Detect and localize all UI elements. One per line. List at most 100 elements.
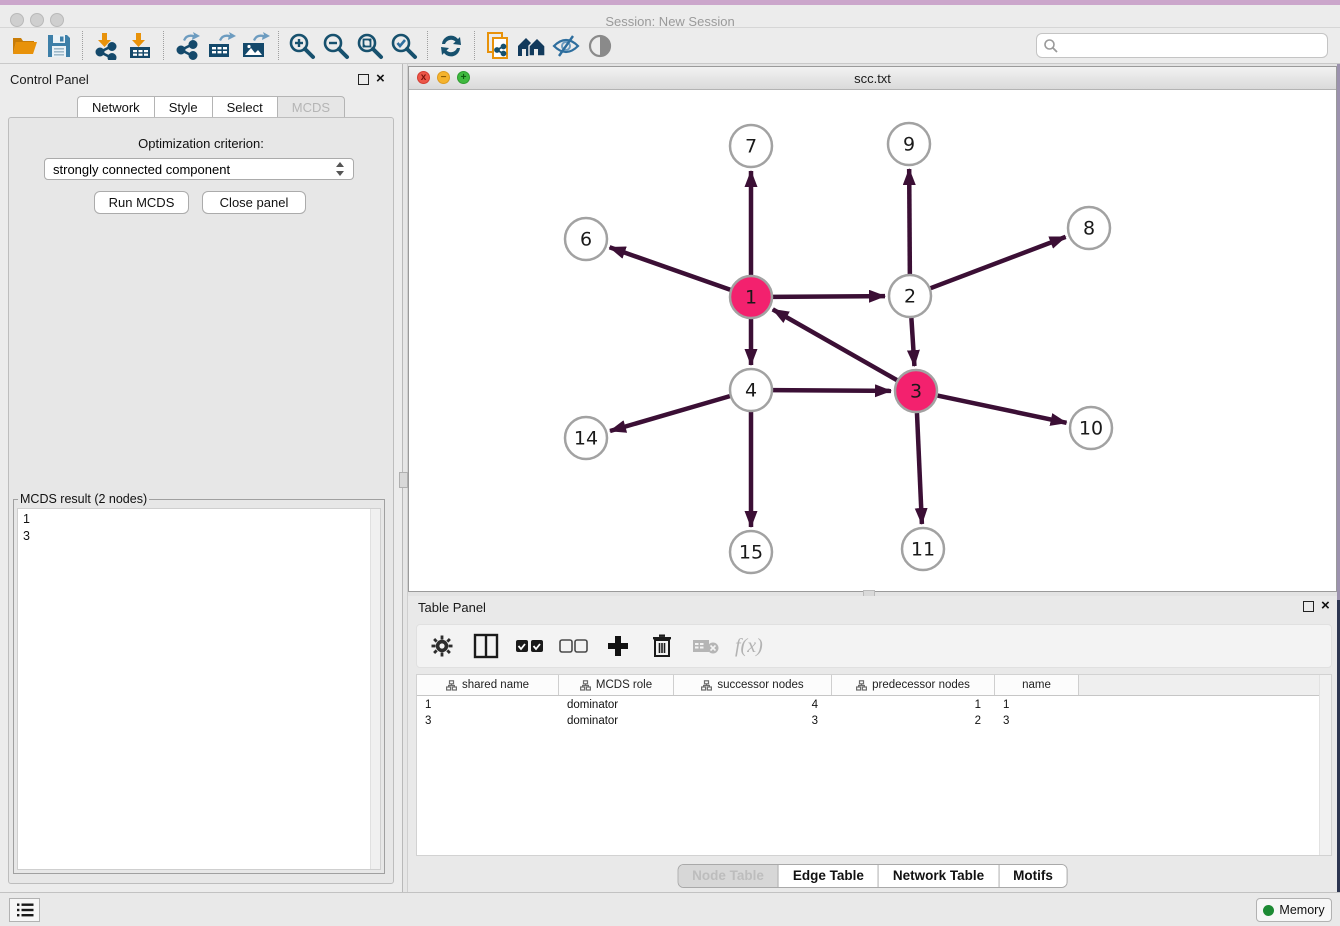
cell-predecessor-nodes[interactable]: 2 <box>832 714 995 730</box>
cell-name[interactable]: 1 <box>995 698 1079 714</box>
cell-shared-name[interactable]: 3 <box>417 714 559 730</box>
cell-shared-name[interactable]: 1 <box>417 698 559 714</box>
control-panel-title: Control Panel <box>10 72 89 87</box>
export-network-icon[interactable] <box>170 31 204 61</box>
show-details-icon[interactable] <box>583 31 617 61</box>
table-row[interactable]: 3dominator323 <box>417 714 1331 730</box>
tab-select[interactable]: Select <box>212 96 277 118</box>
cell-predecessor-nodes[interactable]: 1 <box>832 698 995 714</box>
zoom-in-icon[interactable] <box>285 31 319 61</box>
node-table[interactable]: shared nameMCDS rolesuccessor nodes prede… <box>416 674 1332 856</box>
function-builder-icon[interactable]: f(x) <box>735 635 763 658</box>
show-hide-panels-icon[interactable] <box>515 31 549 61</box>
save-session-icon[interactable] <box>42 31 76 61</box>
search-box[interactable] <box>1036 33 1328 58</box>
zoom-selected-icon[interactable] <box>387 31 421 61</box>
node-label-14: 14 <box>574 428 598 450</box>
table-tabs: Node TableEdge TableNetwork TableMotifs <box>677 864 1068 888</box>
column-tree-icon <box>856 680 867 691</box>
select-all-columns-icon[interactable] <box>515 631 545 661</box>
column-tree-icon <box>701 680 712 691</box>
close-panel-button[interactable]: Close panel <box>202 191 306 214</box>
delete-table-icon[interactable] <box>691 631 721 661</box>
tab-node-table[interactable]: Node Table <box>678 865 779 887</box>
tab-edge-table[interactable]: Edge Table <box>779 865 879 887</box>
node-label-6: 6 <box>580 229 592 251</box>
add-column-icon[interactable] <box>603 631 633 661</box>
toolbar-separator <box>82 31 83 60</box>
cell-successor-nodes[interactable]: 4 <box>674 698 832 714</box>
column-view-icon[interactable] <box>471 631 501 661</box>
result-scrollbar[interactable] <box>370 509 380 869</box>
mcds-result-box: MCDS result (2 nodes) 1 3 <box>13 492 385 874</box>
node-label-11: 11 <box>911 539 935 561</box>
task-history-button[interactable] <box>9 898 40 922</box>
mcds-result-area[interactable]: 1 3 <box>17 508 381 870</box>
column-header-shared-name[interactable]: shared name <box>417 675 559 695</box>
memory-button[interactable]: Memory <box>1256 898 1332 922</box>
network-canvas[interactable]: 7968124310141511 <box>409 90 1336 591</box>
tab-mcds[interactable]: MCDS <box>277 96 345 118</box>
cell-MCDS-role[interactable]: dominator <box>559 714 674 730</box>
table-panel: Table Panel × <box>408 596 1337 892</box>
zoom-fit-icon[interactable] <box>353 31 387 61</box>
table-row[interactable]: 1dominator411 <box>417 698 1331 714</box>
table-settings-icon[interactable] <box>427 631 457 661</box>
table-scrollbar[interactable] <box>1319 675 1331 855</box>
tab-network[interactable]: Network <box>77 96 154 118</box>
refresh-icon[interactable] <box>434 31 468 61</box>
criterion-dropdown[interactable]: strongly connected component <box>44 158 354 180</box>
edge-3-10[interactable] <box>938 396 1067 423</box>
edge-2-9[interactable] <box>909 169 910 274</box>
optimization-criterion-label: Optimization criterion: <box>0 136 402 151</box>
column-header-name[interactable]: name <box>995 675 1079 695</box>
edge-1-2[interactable] <box>773 296 885 297</box>
edge-2-8[interactable] <box>931 237 1066 288</box>
import-table-icon[interactable] <box>123 31 157 61</box>
cell-successor-nodes[interactable]: 3 <box>674 714 832 730</box>
edge-4-3[interactable] <box>773 390 891 391</box>
dropdown-stepper-icon <box>335 161 345 177</box>
unselect-all-columns-icon[interactable] <box>559 631 589 661</box>
control-panel: Control Panel × NetworkStyleSelectMCDS O… <box>0 64 402 892</box>
open-session-icon[interactable] <box>8 31 42 61</box>
run-mcds-button[interactable]: Run MCDS <box>94 191 189 214</box>
hide-details-icon[interactable] <box>549 31 583 61</box>
window-title: Session: New Session <box>0 14 1340 29</box>
tab-motifs[interactable]: Motifs <box>999 865 1067 887</box>
column-header-successor-nodes[interactable]: successor nodes <box>674 675 832 695</box>
import-network-icon[interactable] <box>89 31 123 61</box>
tab-style[interactable]: Style <box>154 96 212 118</box>
float-panel-icon[interactable] <box>1303 601 1314 612</box>
edge-2-3[interactable] <box>911 318 914 366</box>
zoom-out-icon[interactable] <box>319 31 353 61</box>
column-header-MCDS-role[interactable]: MCDS role <box>559 675 674 695</box>
edge-3-11[interactable] <box>917 413 922 524</box>
delete-columns-icon[interactable] <box>647 631 677 661</box>
close-panel-icon[interactable]: × <box>1321 597 1330 614</box>
column-header-label: predecessor nodes <box>872 679 970 691</box>
export-table-icon[interactable] <box>204 31 238 61</box>
edge-4-14[interactable] <box>610 396 730 431</box>
status-bar: Memory <box>0 892 1340 926</box>
float-panel-icon[interactable] <box>358 74 369 85</box>
close-panel-icon[interactable]: × <box>376 70 385 87</box>
edge-3-1[interactable] <box>773 309 897 380</box>
column-header-label: name <box>1022 679 1051 691</box>
edge-1-6[interactable] <box>610 247 731 289</box>
table-toolbar: f(x) <box>416 624 1332 668</box>
memory-status-icon <box>1263 905 1274 916</box>
cell-name[interactable]: 3 <box>995 714 1079 730</box>
splitter-handle[interactable] <box>399 472 408 488</box>
node-label-4: 4 <box>745 380 757 402</box>
criterion-value: strongly connected component <box>53 162 230 177</box>
table-header-row: shared nameMCDS rolesuccessor nodes prede… <box>417 675 1331 696</box>
export-image-icon[interactable] <box>238 31 272 61</box>
search-input[interactable] <box>1059 36 1327 56</box>
network-from-selection-icon[interactable] <box>481 31 515 61</box>
tab-network-table[interactable]: Network Table <box>879 865 999 887</box>
control-panel-header: Control Panel × <box>0 70 402 92</box>
column-header-predecessor-nodes[interactable]: predecessor nodes <box>832 675 995 695</box>
cell-MCDS-role[interactable]: dominator <box>559 698 674 714</box>
network-graph[interactable]: 7968124310141511 <box>409 90 1336 591</box>
